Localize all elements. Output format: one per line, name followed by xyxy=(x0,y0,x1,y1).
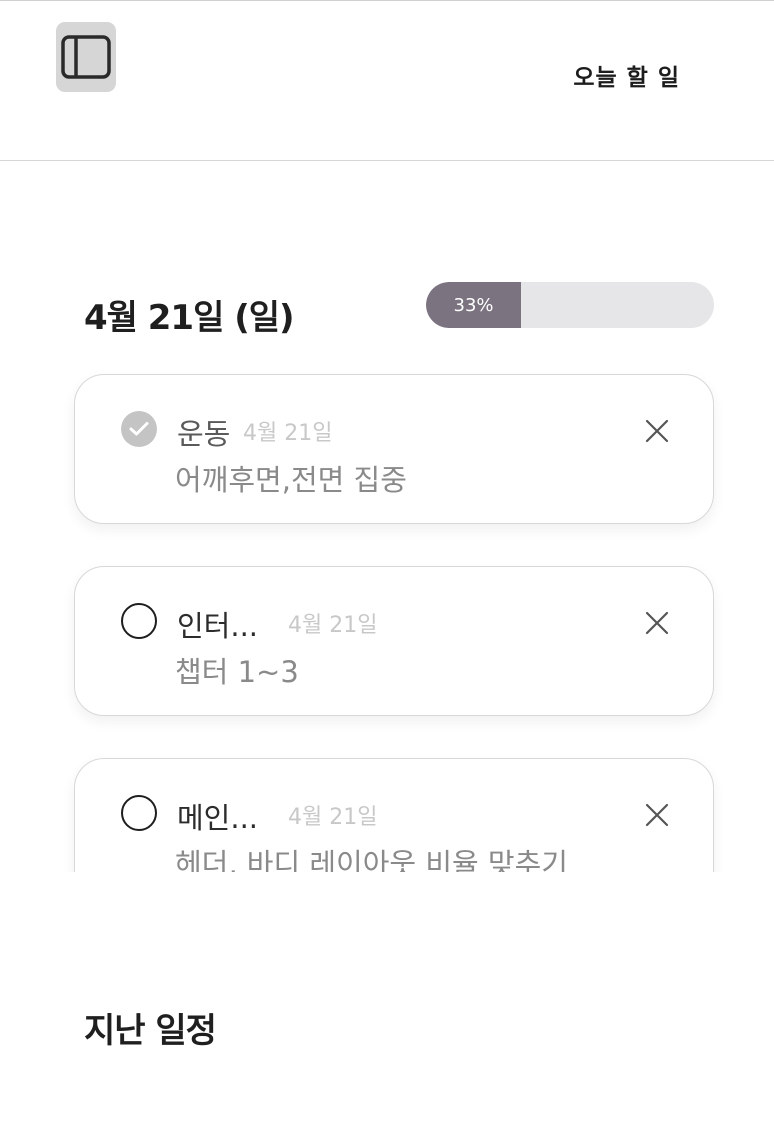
app-header: 오늘 할 일 xyxy=(0,1,774,161)
task-list[interactable]: 운동 4월 21일 어깨후면,전면 집중 인터... 4월 21일 챕터 1~3 xyxy=(0,360,774,872)
sidebar-toggle-button[interactable] xyxy=(56,22,116,92)
task-checkbox[interactable] xyxy=(121,411,157,447)
task-date: 4월 21일 xyxy=(243,421,333,446)
checkmark-icon xyxy=(129,422,149,436)
progress-bar: 33% xyxy=(426,282,714,328)
task-title: 운동 xyxy=(177,417,231,451)
task-checkbox[interactable] xyxy=(121,603,157,639)
close-icon xyxy=(645,803,669,827)
task-title: 인터... xyxy=(177,609,259,643)
past-schedule-heading: 지난 일정 xyxy=(84,1011,217,1051)
task-description: 어깨후면,전면 집중 xyxy=(175,463,407,497)
progress-label: 33% xyxy=(453,294,494,316)
close-icon xyxy=(645,611,669,635)
header-title: 오늘 할 일 xyxy=(573,65,680,91)
task-title: 메인... xyxy=(177,801,259,835)
task-date: 4월 21일 xyxy=(288,805,378,830)
app-root: 오늘 할 일 4월 21일 (일) 33% 운동 4월 21일 어깨후면,전면 … xyxy=(0,0,774,1148)
task-date: 4월 21일 xyxy=(288,613,378,638)
progress-fill: 33% xyxy=(426,282,522,328)
delete-task-button[interactable] xyxy=(637,603,677,643)
delete-task-button[interactable] xyxy=(637,411,677,451)
task-card: 인터... 4월 21일 챕터 1~3 xyxy=(74,566,714,716)
delete-task-button[interactable] xyxy=(637,795,677,835)
task-card: 메인... 4월 21일 헤더, 바디 레이아웃 비율 맞추기 xyxy=(74,758,714,872)
close-icon xyxy=(645,419,669,443)
sidebar-panel-icon xyxy=(61,35,111,79)
today-date-heading: 4월 21일 (일) xyxy=(84,298,295,338)
task-description: 챕터 1~3 xyxy=(175,655,299,689)
task-card: 운동 4월 21일 어깨후면,전면 집중 xyxy=(74,374,714,524)
task-checkbox[interactable] xyxy=(121,795,157,831)
task-description: 헤더, 바디 레이아웃 비율 맞추기 xyxy=(175,847,568,872)
